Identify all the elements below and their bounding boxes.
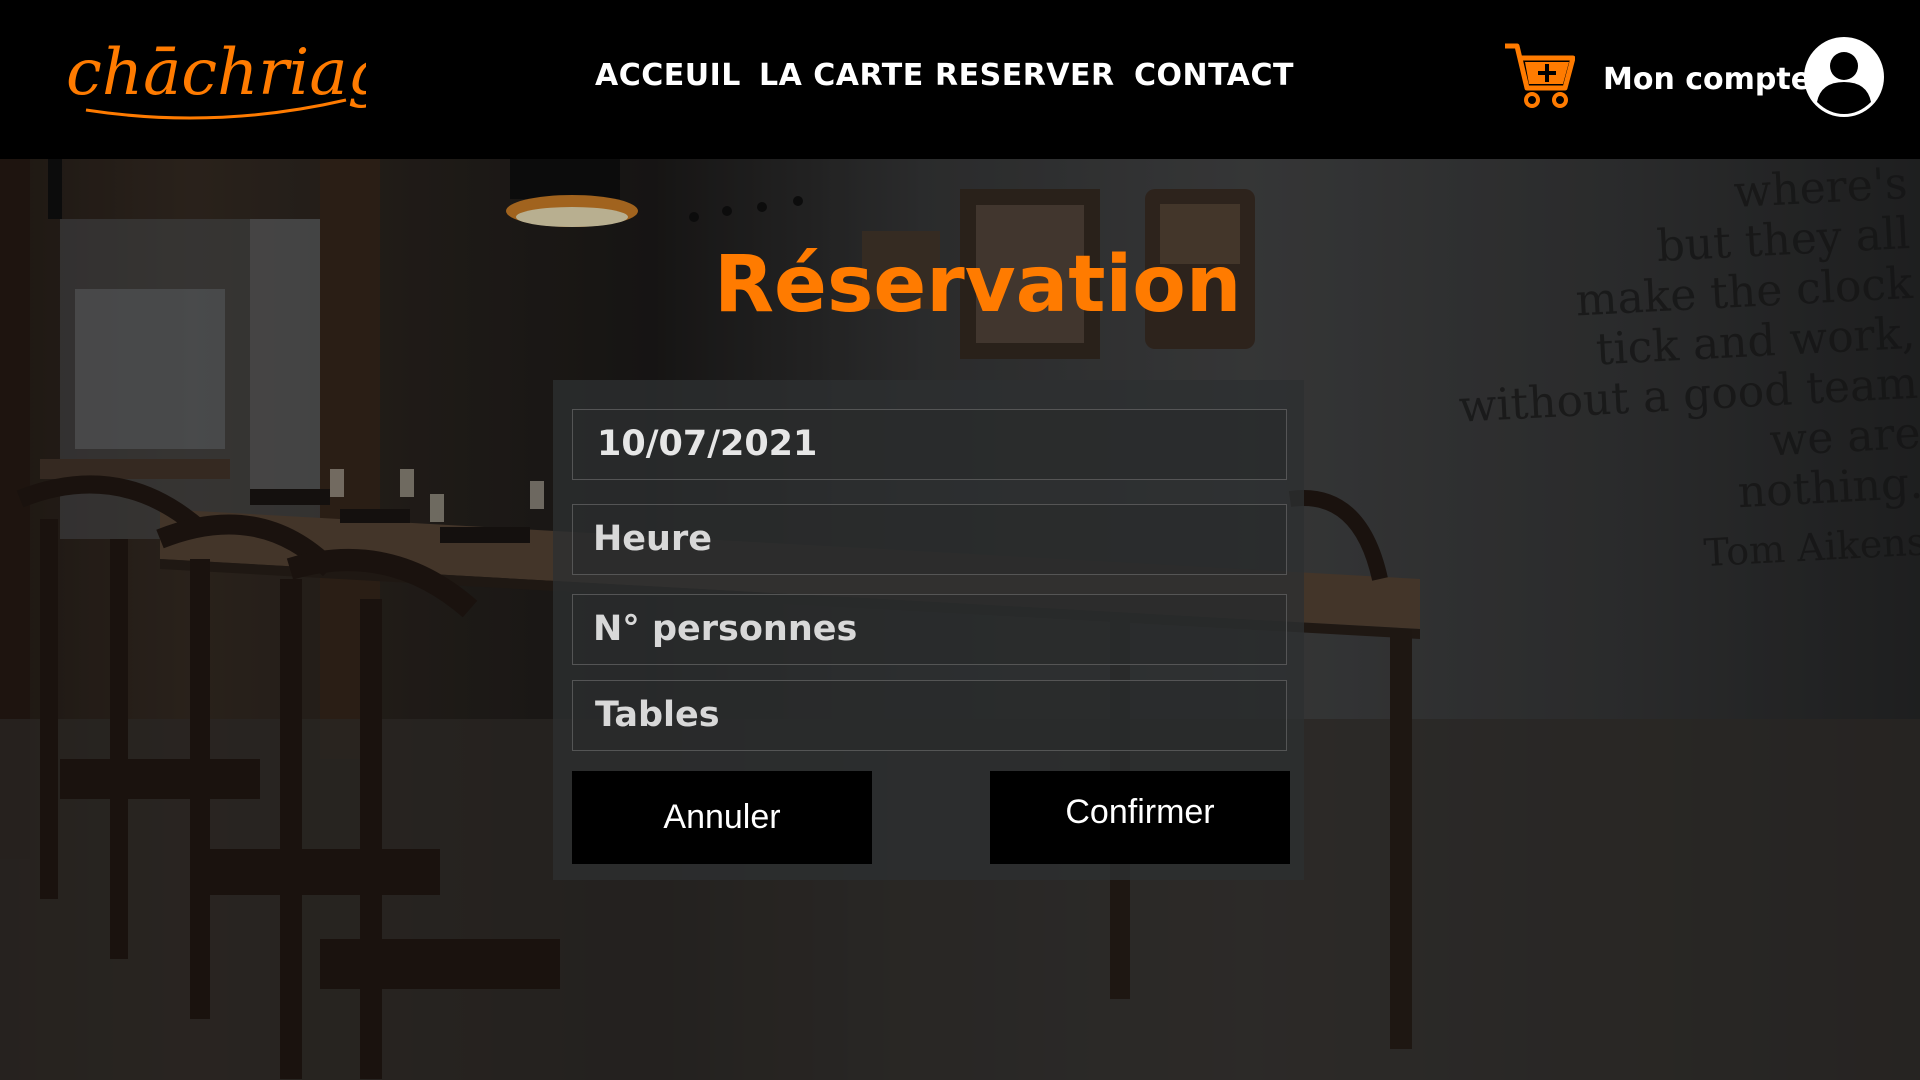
- cancel-button[interactable]: Annuler: [572, 771, 872, 864]
- nav-item-reserver[interactable]: RESERVER: [935, 58, 1115, 93]
- tables-field[interactable]: Tables: [572, 680, 1287, 751]
- logo-text: chāchriaģ: [66, 36, 366, 110]
- wall-quote: where's but they all make the clock tick…: [1387, 159, 1920, 594]
- user-circle-icon[interactable]: [1803, 36, 1885, 118]
- top-navigation-bar: chāchriaģ ACCEUIL LA CARTE RESERVER CONT…: [0, 0, 1920, 159]
- nav-item-la-carte[interactable]: LA CARTE: [759, 58, 924, 93]
- confirm-button[interactable]: Confirmer: [990, 771, 1290, 864]
- nav-item-acceuil[interactable]: ACCEUIL: [595, 58, 741, 93]
- cart-plus-icon[interactable]: [1503, 40, 1575, 112]
- hour-field[interactable]: Heure: [572, 504, 1287, 575]
- brand-logo[interactable]: chāchriaģ: [66, 30, 366, 126]
- people-count-field[interactable]: N° personnes: [572, 594, 1287, 665]
- nav-item-contact[interactable]: CONTACT: [1134, 58, 1294, 93]
- account-link[interactable]: Mon compte: [1603, 62, 1811, 97]
- page-title: Réservation: [714, 240, 1242, 330]
- date-field[interactable]: 10/07/2021: [572, 409, 1287, 480]
